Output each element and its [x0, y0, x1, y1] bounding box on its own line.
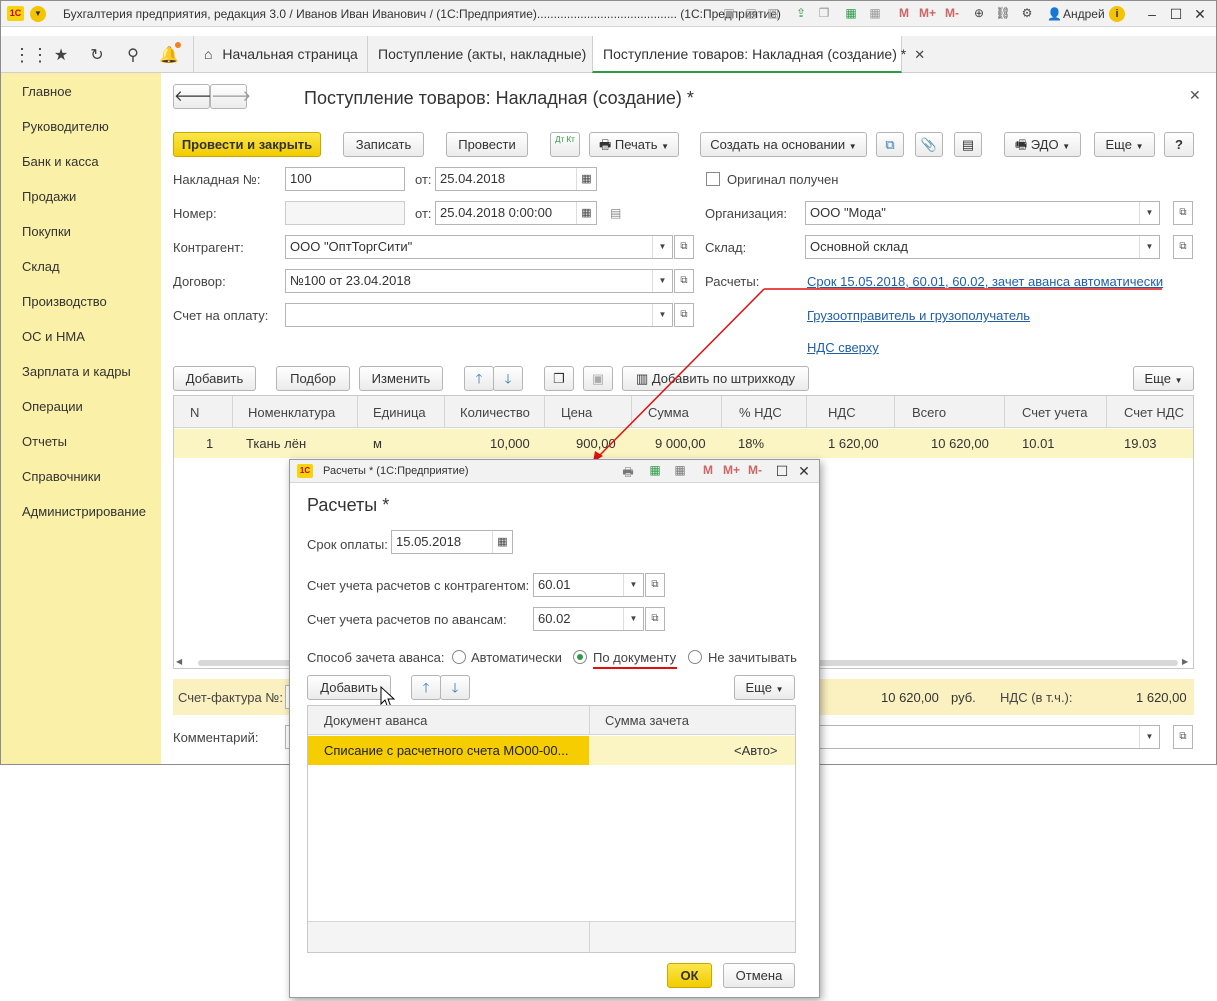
account-counterparty-field[interactable]: 60.01 ▼ — [533, 573, 644, 597]
account-counterparty-value: 60.01 — [538, 577, 571, 592]
cell-offset-amount: <Авто> — [734, 743, 778, 758]
account-advances-value: 60.02 — [538, 611, 571, 626]
dialog-add-button[interactable]: Добавить — [307, 675, 391, 700]
calculator-icon[interactable]: ▦ — [647, 463, 663, 477]
offset-by-document-radio[interactable] — [573, 650, 587, 664]
ok-button[interactable]: ОК — [667, 963, 712, 988]
calendar-icon[interactable]: ▦ — [492, 531, 512, 553]
dropdown-arrow-icon[interactable]: ▼ — [623, 608, 643, 630]
dialog-title-bar: 1С Расчеты * (1С:Предприятие) 🖶 ▦ ▦ M M+… — [290, 460, 819, 483]
dialog-heading: Расчеты * — [307, 495, 390, 515]
offset-auto-label[interactable]: Автоматически — [471, 650, 562, 665]
account-counterparty-label: Счет учета расчетов с контрагентом: — [307, 578, 530, 593]
col-offset-amount[interactable]: Сумма зачета — [605, 713, 689, 728]
dropdown-arrow-icon[interactable]: ▼ — [623, 574, 643, 596]
offset-by-document-label[interactable]: По документу — [593, 650, 676, 665]
arrow-up-icon: 🡑 — [422, 680, 430, 695]
col-advance-document[interactable]: Документ аванса — [324, 713, 427, 728]
print-icon[interactable]: 🖶 — [620, 463, 636, 484]
dialog-move-up-button[interactable]: 🡑 — [411, 675, 441, 700]
dialog-more-button[interactable]: Еще ▼ — [734, 675, 795, 700]
memory-mplus-icon[interactable]: M+ — [723, 463, 740, 477]
arrow-down-icon: 🡓 — [451, 680, 459, 695]
due-date-label: Срок оплаты: — [307, 537, 388, 552]
offset-auto-radio[interactable] — [452, 650, 466, 664]
advance-docs-table: Документ аванса Сумма зачета Списание с … — [307, 705, 796, 953]
open-account-counterparty-button[interactable]: ⧉ — [645, 573, 665, 597]
annotation-line — [596, 288, 765, 459]
close-icon[interactable]: ✕ — [793, 461, 815, 481]
memory-mminus-icon[interactable]: M- — [747, 463, 763, 477]
settlements-dialog: 1С Расчеты * (1С:Предприятие) 🖶 ▦ ▦ M M+… — [289, 459, 820, 998]
dropdown-arrow-icon: ▼ — [775, 685, 784, 694]
maximize-icon[interactable]: ☐ — [771, 461, 793, 481]
due-date-field[interactable]: 15.05.2018 ▦ — [391, 530, 513, 554]
memory-m-icon[interactable]: M — [700, 463, 716, 477]
dialog-more-label: Еще — [745, 680, 772, 695]
account-advances-field[interactable]: 60.02 ▼ — [533, 607, 644, 631]
offset-none-label[interactable]: Не зачитывать — [708, 650, 797, 665]
due-date-value: 15.05.2018 — [396, 534, 462, 549]
advance-offset-label: Способ зачета аванса: — [307, 650, 445, 665]
1c-logo-icon: 1С — [297, 464, 313, 478]
annotation-underline — [593, 667, 677, 669]
advance-docs-footer — [308, 921, 795, 953]
dialog-move-down-button[interactable]: 🡓 — [440, 675, 470, 700]
cancel-button[interactable]: Отмена — [723, 963, 795, 988]
open-account-advances-button[interactable]: ⧉ — [645, 607, 665, 631]
cell-advance-document: Списание с расчетного счета МО00-00... — [324, 743, 569, 758]
account-advances-label: Счет учета расчетов по авансам: — [307, 612, 507, 627]
dialog-window-title: Расчеты * (1С:Предприятие) — [323, 465, 469, 477]
offset-none-radio[interactable] — [688, 650, 702, 664]
table-row[interactable]: Списание с расчетного счета МО00-00... <… — [308, 736, 795, 765]
calendar-icon[interactable]: ▦ — [672, 463, 688, 477]
advance-docs-header: Документ аванса Сумма зачета — [308, 706, 795, 735]
